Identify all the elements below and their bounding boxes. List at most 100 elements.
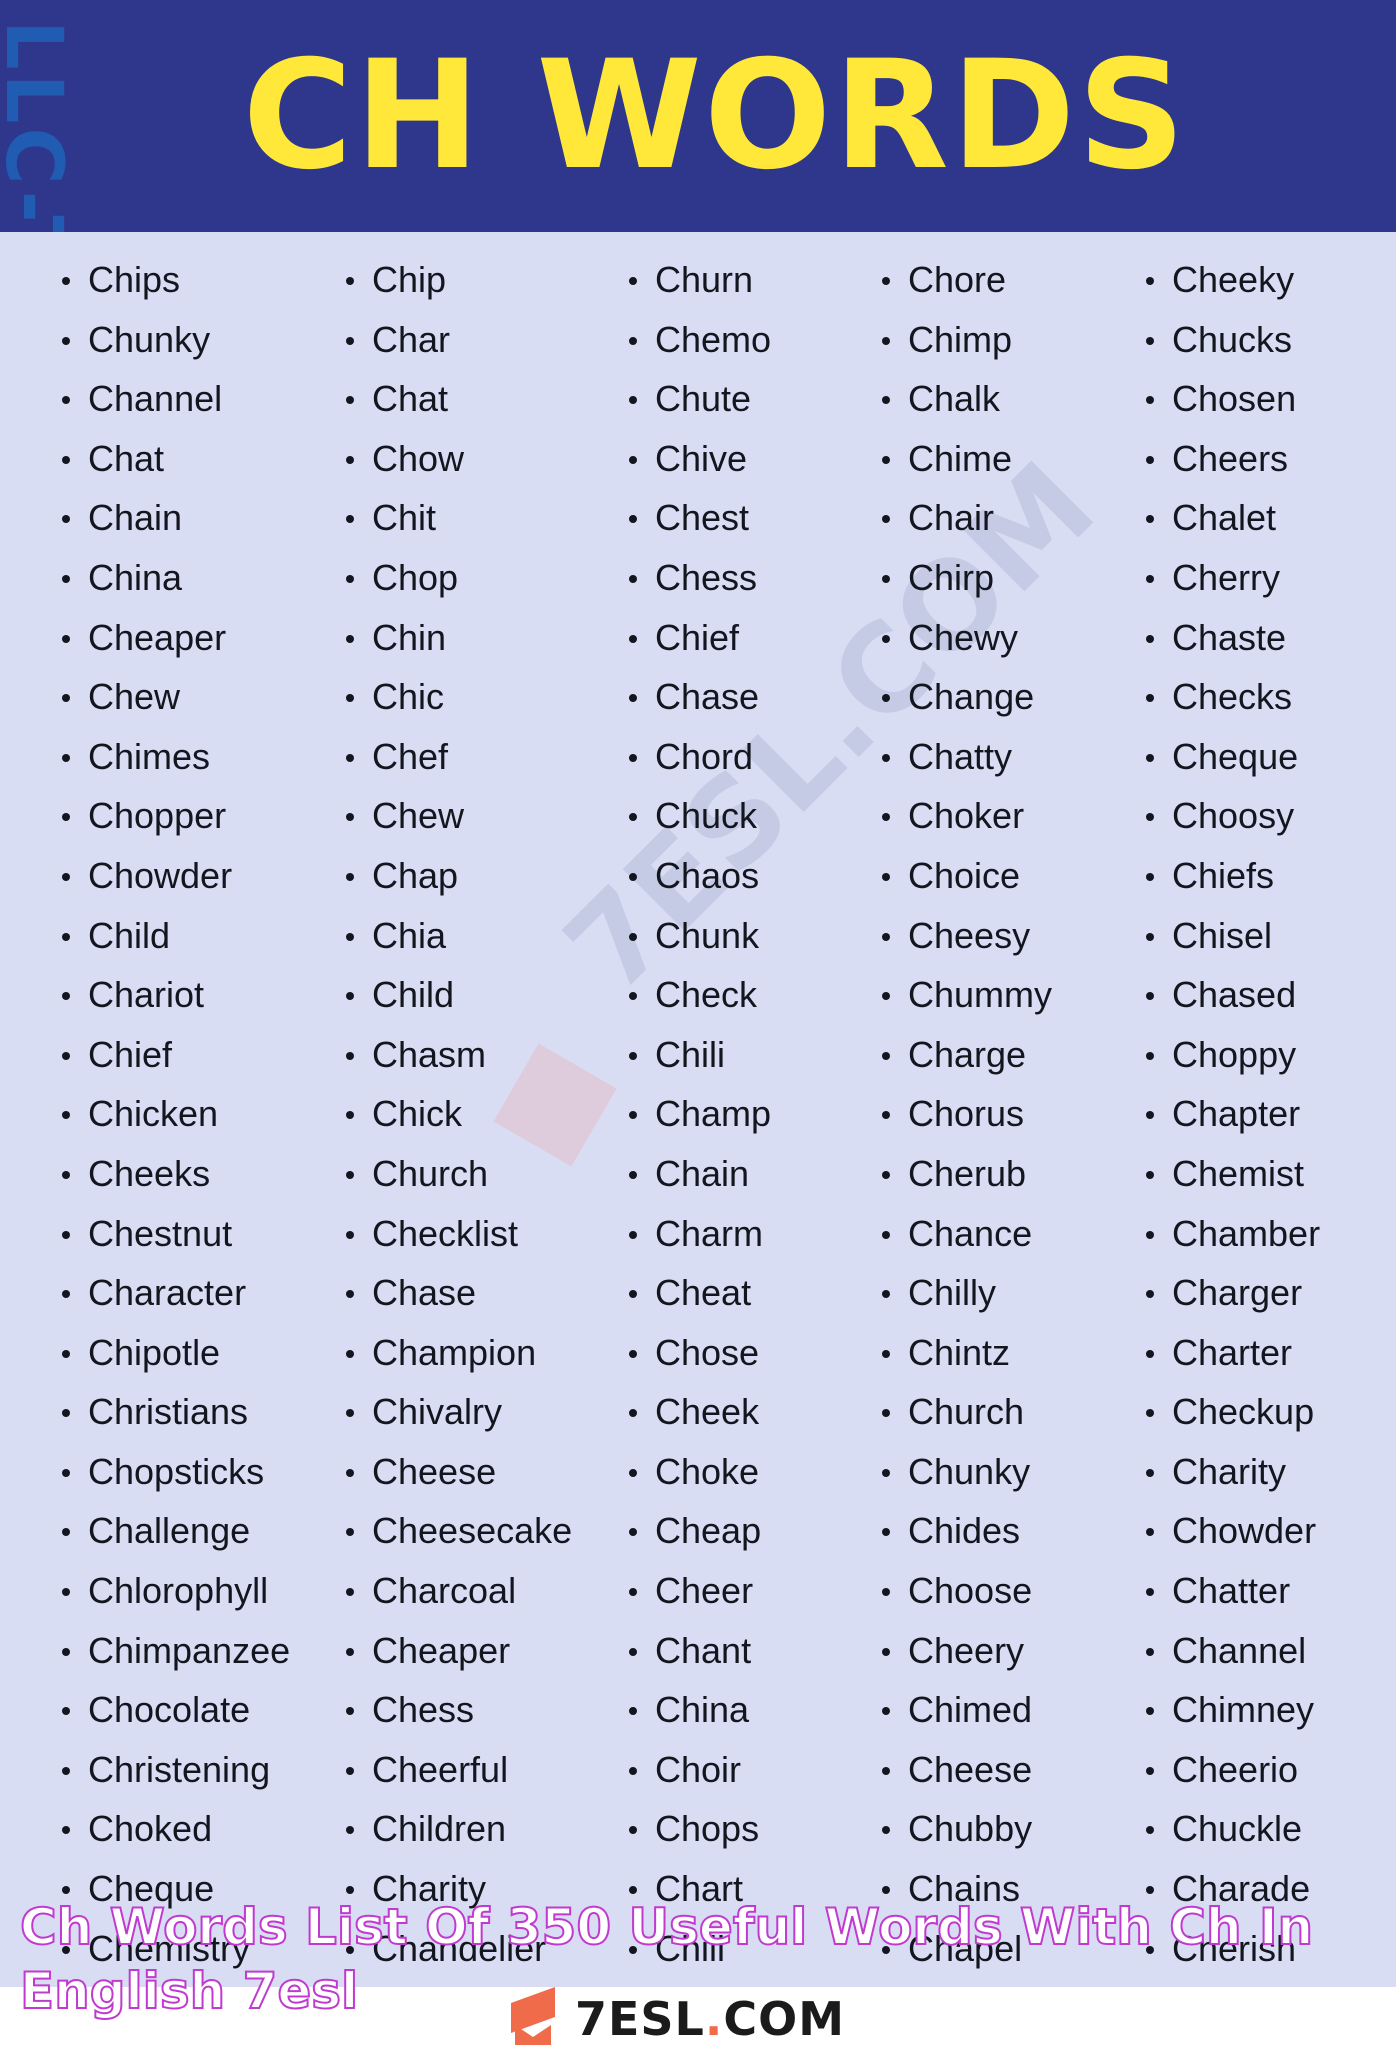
word-item: Chivalry <box>346 1382 572 1442</box>
word-item: Chose <box>629 1323 771 1383</box>
word-item: Chemo <box>629 310 771 370</box>
word-item: Cheesy <box>882 906 1052 966</box>
word-item: Chase <box>346 1263 572 1323</box>
word-item: Chunk <box>629 906 771 966</box>
word-item: Cheerio <box>1146 1740 1320 1800</box>
word-item: Charcoal <box>346 1561 572 1621</box>
word-list: Churn Chemo Chute Chive Chest Chess Chief Chase… <box>629 250 771 1978</box>
word-item: Chiefs <box>1146 846 1320 906</box>
word-item: Chat <box>346 369 572 429</box>
word-item: Chime <box>882 429 1052 489</box>
word-item: Charm <box>629 1204 771 1264</box>
word-item: Chicken <box>62 1084 290 1144</box>
word-item: Chest <box>629 488 771 548</box>
word-item: Character <box>62 1263 290 1323</box>
word-item: Chased <box>1146 965 1320 1025</box>
word-item: China <box>62 548 290 608</box>
word-item: Chilly <box>882 1263 1052 1323</box>
word-item: Cherub <box>882 1144 1052 1204</box>
word-item: Chops <box>629 1799 771 1859</box>
word-item: Chamber <box>1146 1204 1320 1264</box>
word-item: Chunky <box>882 1442 1052 1502</box>
word-item: Choose <box>882 1561 1052 1621</box>
word-item: Chides <box>882 1501 1052 1561</box>
word-item: Chop <box>346 548 572 608</box>
word-item: Chatter <box>1146 1561 1320 1621</box>
word-list: Chips Chunky Channel Chat Chain China Cheaper C… <box>62 250 290 1978</box>
word-item: Chimp <box>882 310 1052 370</box>
word-item: Cheesecake <box>346 1501 572 1561</box>
word-list: Cheeky Chucks Chosen Cheers Chalet Cherry Chas… <box>1146 250 1320 1978</box>
word-item: Chance <box>882 1204 1052 1264</box>
word-item: Charger <box>1146 1263 1320 1323</box>
word-item: Cherry <box>1146 548 1320 608</box>
word-item: Child <box>346 965 572 1025</box>
word-item: Chap <box>346 846 572 906</box>
word-item: Chip <box>346 250 572 310</box>
word-item: Chimpanzee <box>62 1621 290 1681</box>
word-item: Choker <box>882 786 1052 846</box>
word-item: Church <box>346 1144 572 1204</box>
word-item: Chimed <box>882 1680 1052 1740</box>
word-item: Chocolate <box>62 1680 290 1740</box>
word-item: Chin <box>346 608 572 668</box>
word-item: Charity <box>1146 1442 1320 1502</box>
word-item: Chummy <box>882 965 1052 1025</box>
word-item: Chowder <box>1146 1501 1320 1561</box>
word-item: Chore <box>882 250 1052 310</box>
word-item: Channel <box>1146 1621 1320 1681</box>
word-item: Chess <box>346 1680 572 1740</box>
word-item: Checklist <box>346 1204 572 1264</box>
word-item: Chief <box>629 608 771 668</box>
word-item: Chatty <box>882 727 1052 787</box>
word-item: Chimes <box>62 727 290 787</box>
word-item: Champion <box>346 1323 572 1383</box>
word-item: Cheat <box>629 1263 771 1323</box>
word-item: Chisel <box>1146 906 1320 966</box>
word-item: Chaste <box>1146 608 1320 668</box>
word-item: Chubby <box>882 1799 1052 1859</box>
word-item: Chewy <box>882 608 1052 668</box>
word-item: Champ <box>629 1084 771 1144</box>
word-item: Cheap <box>629 1501 771 1561</box>
word-item: Chase <box>629 667 771 727</box>
word-item: Chat <box>62 429 290 489</box>
word-item: Cheers <box>1146 429 1320 489</box>
word-item: Chant <box>629 1621 771 1681</box>
word-item: Christians <box>62 1382 290 1442</box>
word-item: Chintz <box>882 1323 1052 1383</box>
word-item: Chopper <box>62 786 290 846</box>
word-item: Cheese <box>346 1442 572 1502</box>
word-item: Chain <box>629 1144 771 1204</box>
word-item: Chosen <box>1146 369 1320 429</box>
word-item: Chain <box>62 488 290 548</box>
word-item: Chic <box>346 667 572 727</box>
word-item: Churn <box>629 250 771 310</box>
word-item: Chalet <box>1146 488 1320 548</box>
word-item: Chorus <box>882 1084 1052 1144</box>
word-column-5: Cheeky Chucks Chosen Cheers Chalet Cherry Chas… <box>1146 250 1320 1978</box>
word-item: Chucks <box>1146 310 1320 370</box>
page-title: CH WORDS <box>242 29 1188 203</box>
word-item: Chlorophyll <box>62 1561 290 1621</box>
image-caption: Ch Words List Of 350 Useful Words With C… <box>19 1897 1314 2021</box>
word-item: Chapter <box>1146 1084 1320 1144</box>
word-item: Choosy <box>1146 786 1320 846</box>
word-item: Chirp <box>882 548 1052 608</box>
word-column-1: Chips Chunky Channel Chat Chain China Cheaper C… <box>62 250 290 1978</box>
word-item: Church <box>882 1382 1052 1442</box>
word-item: Chasm <box>346 1025 572 1085</box>
word-column-2: Chip Char Chat Chow Chit Chop Chin Chic Chef Chew… <box>346 250 572 1978</box>
word-item: Cheerful <box>346 1740 572 1800</box>
word-item: Change <box>882 667 1052 727</box>
word-item: Chord <box>629 727 771 787</box>
word-item: Check <box>629 965 771 1025</box>
word-item: Child <box>62 906 290 966</box>
word-item: Checkup <box>1146 1382 1320 1442</box>
word-item: Chief <box>62 1025 290 1085</box>
word-column-4: Chore Chimp Chalk Chime Chair Chirp Chewy Chang… <box>882 250 1052 1978</box>
word-item: Challenge <box>62 1501 290 1561</box>
word-item: Chaos <box>629 846 771 906</box>
word-item: Cheek <box>629 1382 771 1442</box>
word-item: Choppy <box>1146 1025 1320 1085</box>
